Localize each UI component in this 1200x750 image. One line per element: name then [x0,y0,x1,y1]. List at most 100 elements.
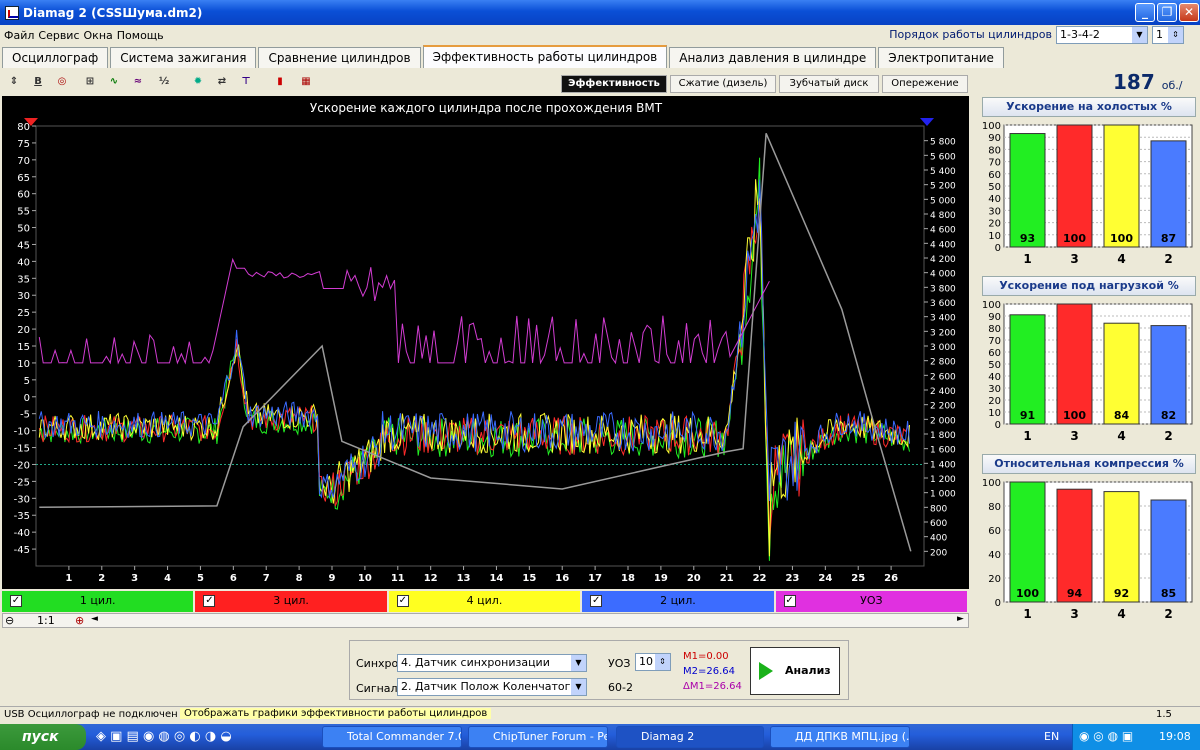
uoz-spinner[interactable]: 10 ⇕ [635,653,671,671]
tab-cylinder-efficiency[interactable]: Эффективность работы цилиндров [422,45,668,68]
left-tick-label: 25 [17,308,30,319]
legend-item-1[interactable]: ✓ 1 цил. [2,591,194,612]
bar-cyl-label: 2 [1164,252,1172,266]
x-tick-label: 15 [522,573,536,584]
task-diamag[interactable]: Diamag 2 [616,726,764,748]
left-tick-label: -30 [14,494,30,505]
left-tick-label: 80 [17,122,30,133]
bar-cyl-label: 2 [1164,429,1172,443]
left-tick-label: 20 [17,325,30,336]
vertical-zoom-icon[interactable]: ⇕ [4,72,24,92]
bar-cyl-1 [1009,481,1046,603]
tray-icons[interactable]: ◉ ◎ ◍ ▣ [1079,729,1133,743]
legend-item-4[interactable]: ✓ 2 цил. [582,591,774,612]
quicklaunch-icons[interactable]: ◈ ▣ ▤ ◉ ◍ ◎ ◐ ◑ ◒ [96,729,232,744]
taskbar: пуск ◈ ▣ ▤ ◉ ◍ ◎ ◐ ◑ ◒ Total Commander 7… [0,724,1200,750]
tab-ignition[interactable]: Система зажигания [110,47,257,68]
signal-label: Сигнал: [356,682,402,695]
right-tick-label: 5 400 [930,167,956,177]
status-bar: USB Осциллограф не подключен Отображать … [0,706,1200,723]
zoom-out-icon[interactable]: ⊖ [5,614,14,627]
right-tick-label: 5 000 [930,196,956,206]
menu-service[interactable]: Сервис [38,29,79,42]
legend-label: 1 цил. [79,594,116,607]
right-tick-label: 2 800 [930,358,956,368]
bar-tick-label: 0 [995,598,1001,609]
legend-checkbox[interactable]: ✓ [10,595,22,607]
legend-item-2[interactable]: ✓ 3 цил. [195,591,387,612]
close-button[interactable]: ✕ [1179,3,1199,22]
tab-cylinder-compare[interactable]: Сравнение цилиндров [258,47,421,68]
bar-cyl-label: 4 [1117,429,1125,443]
subtab-efficiency[interactable]: Эффективность [561,75,667,93]
bar-cyl-4 [1103,491,1140,603]
subtab-tooth-disk[interactable]: Зубчатый диск [779,75,879,93]
legend-label: 2 цил. [660,594,696,607]
right-tick-label: 3 600 [930,299,956,309]
start-label: пуск [22,729,59,745]
legend-item-5[interactable]: ✓ УОЗ [775,591,968,612]
bar-cyl-label: 3 [1070,607,1078,621]
horizontal-scrollbar[interactable]: ⊖ 1:1 ⊕ ◄ ► [2,613,969,628]
x-tick-label: 7 [263,573,270,584]
subtab-compression-diesel[interactable]: Сжатие (дизель) [670,75,776,93]
bar-cyl-label: 4 [1117,607,1125,621]
bars-icon[interactable]: ▮ [270,72,290,92]
line-icon[interactable]: ∿ [104,72,124,92]
bar-tick-label: 70 [988,336,1001,347]
analyze-button[interactable]: Анализ [750,647,840,695]
task-image-viewer[interactable]: ДД ДПКВ МПЦ.jpg (... [770,726,910,748]
order-icon[interactable]: ⇄ [212,72,232,92]
task-chiptuner-forum[interactable]: ChipTuner Forum - Pe... [468,726,608,748]
efficiency-chart[interactable]: Ускорение каждого цилиндра после прохожд… [2,96,969,589]
left-tick-label: -5 [20,410,30,421]
scroll-left-icon[interactable]: ◄ [91,614,98,624]
zoom-in-icon[interactable]: ⊕ [75,614,84,627]
legend-label: 3 цил. [273,594,309,607]
x-tick-label: 10 [358,573,372,584]
left-tick-label: -25 [14,477,30,488]
legend-item-3[interactable]: ✓ 4 цил. [388,591,581,612]
bar-value-label: 85 [1161,587,1176,600]
maximize-button[interactable]: ❐ [1157,3,1177,22]
algorithm-icon[interactable]: ½ [154,72,174,92]
start-button[interactable]: пуск [0,724,86,750]
teeth-label: 60-2 [608,681,633,694]
vvti-icon[interactable]: ≈ [128,72,148,92]
cursor-icon[interactable]: ⊤ [236,72,256,92]
spinner-arrows-icon: ⇕ [1168,27,1183,43]
rpm-icon[interactable]: ◎ [52,72,72,92]
minimize-button[interactable]: _ [1135,3,1155,22]
bold-icon[interactable]: B [28,72,48,92]
right-tick-label: 3 800 [930,284,956,294]
menu-help[interactable]: Помощь [117,29,164,42]
table-icon[interactable]: ▦ [296,72,316,92]
series-line-1 [38,157,910,561]
legend-checkbox[interactable]: ✓ [783,595,796,607]
bar-cyl-3 [1056,303,1093,425]
legend-checkbox[interactable]: ✓ [396,595,409,607]
sync-icon[interactable]: ✹ [188,72,208,92]
chevron-down-icon: ▼ [571,655,586,671]
sync-select[interactable]: 4. Датчик синхронизации ▼ [397,654,587,672]
menu-windows[interactable]: Окна [84,29,113,42]
order-spinner[interactable]: 1 ⇕ [1152,26,1184,44]
bar-tick-label: 40 [988,550,1001,561]
x-tick-label: 20 [687,573,701,584]
menu-file[interactable]: Файл [4,29,34,42]
cylinder-order-select[interactable]: 1-3-4-2 ▼ [1056,26,1148,44]
scroll-right-icon[interactable]: ► [957,614,964,624]
left-tick-label: 55 [17,207,30,218]
signal-select[interactable]: 2. Датчик Полож Коленчатого Вал ▼ [397,678,587,696]
bar-tick-label: 70 [988,158,1001,169]
scale-icon[interactable]: ⊞ [80,72,100,92]
legend-checkbox[interactable]: ✓ [203,595,216,607]
language-indicator[interactable]: EN [1044,730,1059,743]
task-total-commander[interactable]: Total Commander 7.0... [322,726,462,748]
tab-pressure-analysis[interactable]: Анализ давления в цилиндре [669,47,877,68]
tab-oscilloscope[interactable]: Осциллограф [2,47,109,68]
subtab-advance[interactable]: Опережение [882,75,968,93]
bar-cyl-4 [1103,124,1140,248]
legend-checkbox[interactable]: ✓ [590,595,603,607]
tab-power-supply[interactable]: Электропитание [878,47,1004,68]
